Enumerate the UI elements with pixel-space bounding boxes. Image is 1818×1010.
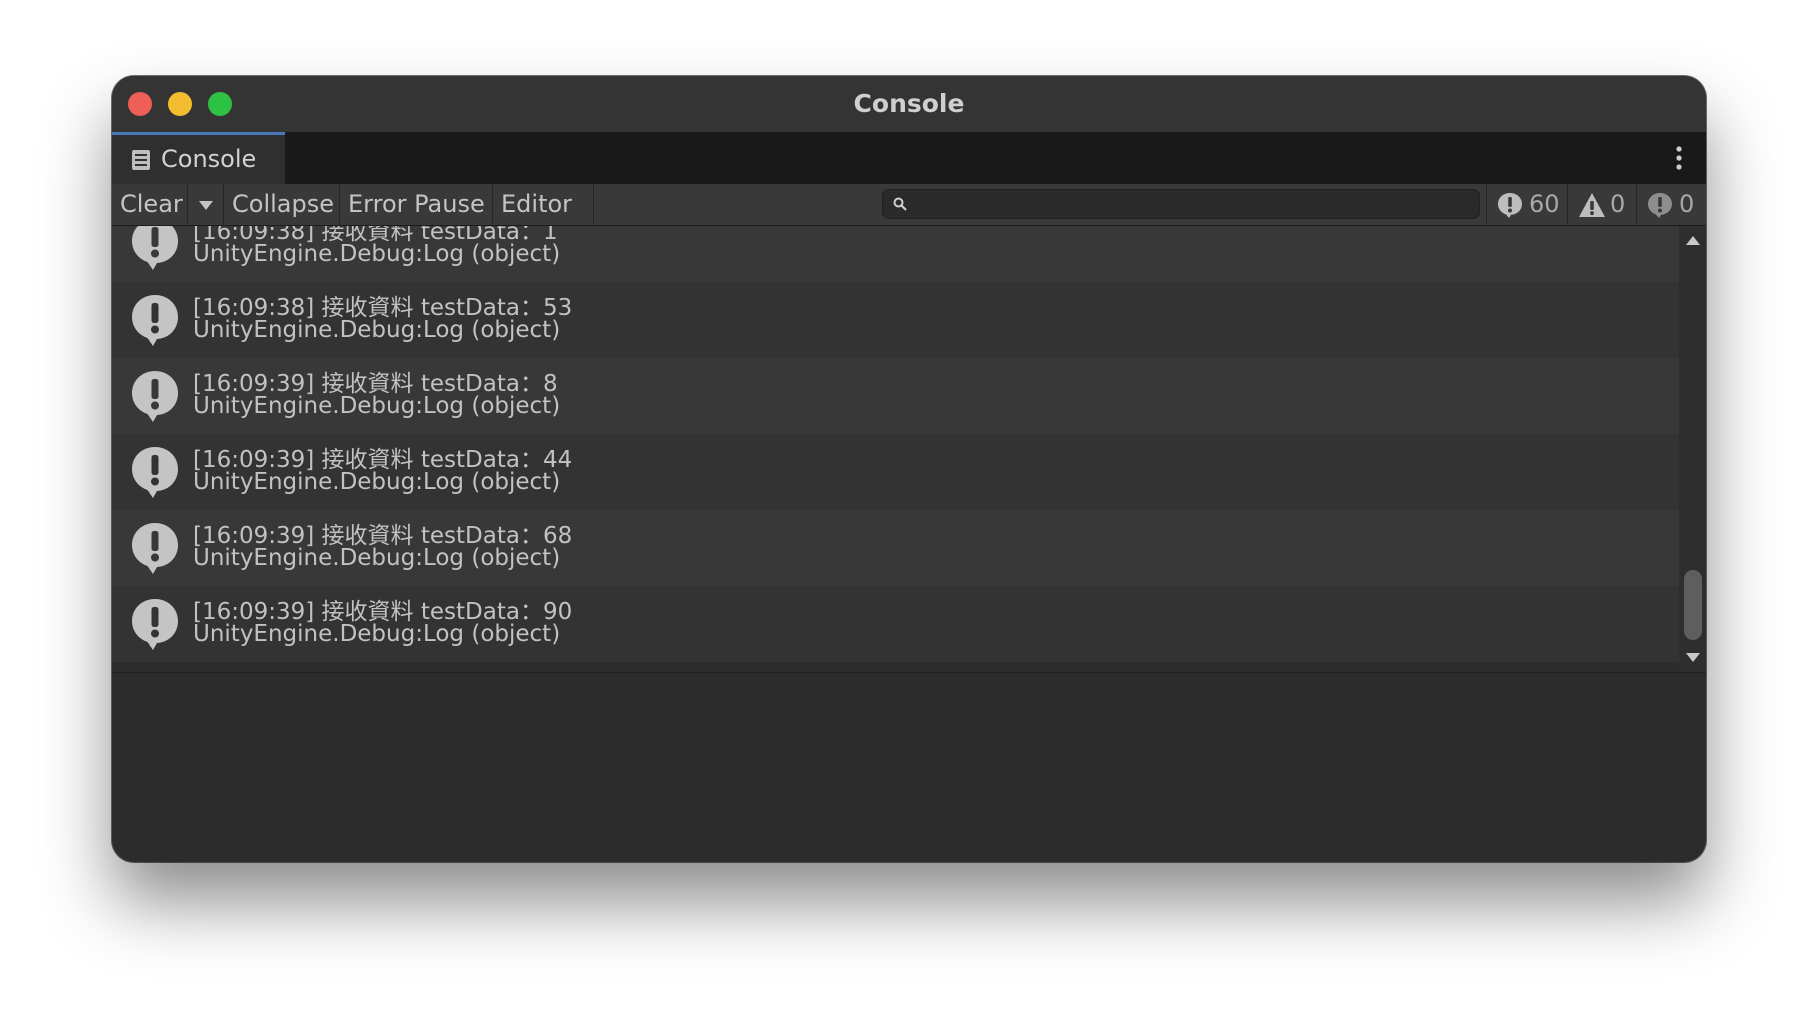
log-entry[interactable]: [16:09:39] 接收資料 testData：44 UnityEngine.… xyxy=(112,434,1679,510)
log-count-toggle[interactable]: 60 xyxy=(1486,184,1567,225)
warning-icon xyxy=(1579,193,1605,217)
tab-label: Console xyxy=(161,145,257,173)
tab-strip: Console xyxy=(112,132,1706,184)
warning-count-toggle[interactable]: 0 xyxy=(1567,184,1636,225)
log-entry[interactable]: [16:09:38] 接收資料 testData：1 UnityEngine.D… xyxy=(112,226,1679,282)
chevron-down-icon xyxy=(199,200,213,210)
error-count: 0 xyxy=(1679,190,1695,218)
title-bar: Console xyxy=(112,76,1706,133)
clear-button[interactable]: Clear xyxy=(112,184,188,225)
log-stacktrace: UnityEngine.Debug:Log (object) xyxy=(193,469,561,495)
log-list[interactable]: [16:09:38] 接收資料 testData：1 UnityEngine.D… xyxy=(112,226,1679,672)
log-stacktrace: UnityEngine.Debug:Log (object) xyxy=(193,621,561,647)
log-scrollbar[interactable] xyxy=(1679,226,1706,672)
info-message-icon xyxy=(132,226,178,270)
editor-label: Editor xyxy=(501,190,573,218)
editor-dropdown[interactable]: Editor xyxy=(493,184,594,251)
scroll-up-arrow-icon[interactable] xyxy=(1686,236,1700,245)
error-pause-button[interactable]: Error Pause xyxy=(340,184,493,225)
info-message-icon xyxy=(1498,193,1522,218)
console-window: Console Console Clear Collapse Error Pau… xyxy=(112,76,1706,862)
more-options-icon[interactable] xyxy=(1674,144,1684,172)
error-pause-label: Error Pause xyxy=(348,190,485,218)
clear-label: Clear xyxy=(120,190,183,218)
log-entry[interactable]: [16:09:38] 接收資料 testData：53 UnityEngine.… xyxy=(112,282,1679,358)
details-pane xyxy=(112,673,1706,862)
error-count-toggle[interactable]: 0 xyxy=(1636,184,1706,225)
log-entry[interactable]: [16:09:39] 接收資料 testData：8 UnityEngine.D… xyxy=(112,358,1679,434)
info-message-icon xyxy=(132,523,178,574)
log-stacktrace: UnityEngine.Debug:Log (object) xyxy=(193,317,561,343)
window-title: Console xyxy=(853,89,965,118)
log-stacktrace: UnityEngine.Debug:Log (object) xyxy=(193,241,561,267)
log-entry[interactable]: [16:09:39] 接收資料 testData：68 UnityEngine.… xyxy=(112,510,1679,586)
scroll-down-arrow-icon[interactable] xyxy=(1686,653,1700,662)
tab-console[interactable]: Console xyxy=(112,132,285,184)
info-message-icon xyxy=(132,599,178,650)
info-message-icon xyxy=(132,447,178,498)
console-list-icon xyxy=(132,150,150,170)
warning-count: 0 xyxy=(1610,190,1626,218)
clear-options-dropdown[interactable] xyxy=(188,184,224,225)
search-field[interactable] xyxy=(882,189,1480,220)
search-input[interactable] xyxy=(913,190,1477,220)
console-toolbar: Clear Collapse Error Pause Editor 60 0 0 xyxy=(112,184,1706,251)
log-count: 60 xyxy=(1529,190,1560,218)
log-entry[interactable]: [16:09:39] 接收資料 testData：90 UnityEngine.… xyxy=(112,586,1679,662)
collapse-button[interactable]: Collapse xyxy=(224,184,340,225)
search-icon xyxy=(893,197,907,211)
error-icon xyxy=(1648,193,1672,218)
info-message-icon xyxy=(132,295,178,346)
log-stacktrace: UnityEngine.Debug:Log (object) xyxy=(193,545,561,571)
collapse-label: Collapse xyxy=(232,190,334,218)
info-message-icon xyxy=(132,371,178,422)
scroll-thumb[interactable] xyxy=(1684,570,1702,640)
log-stacktrace: UnityEngine.Debug:Log (object) xyxy=(193,393,561,419)
